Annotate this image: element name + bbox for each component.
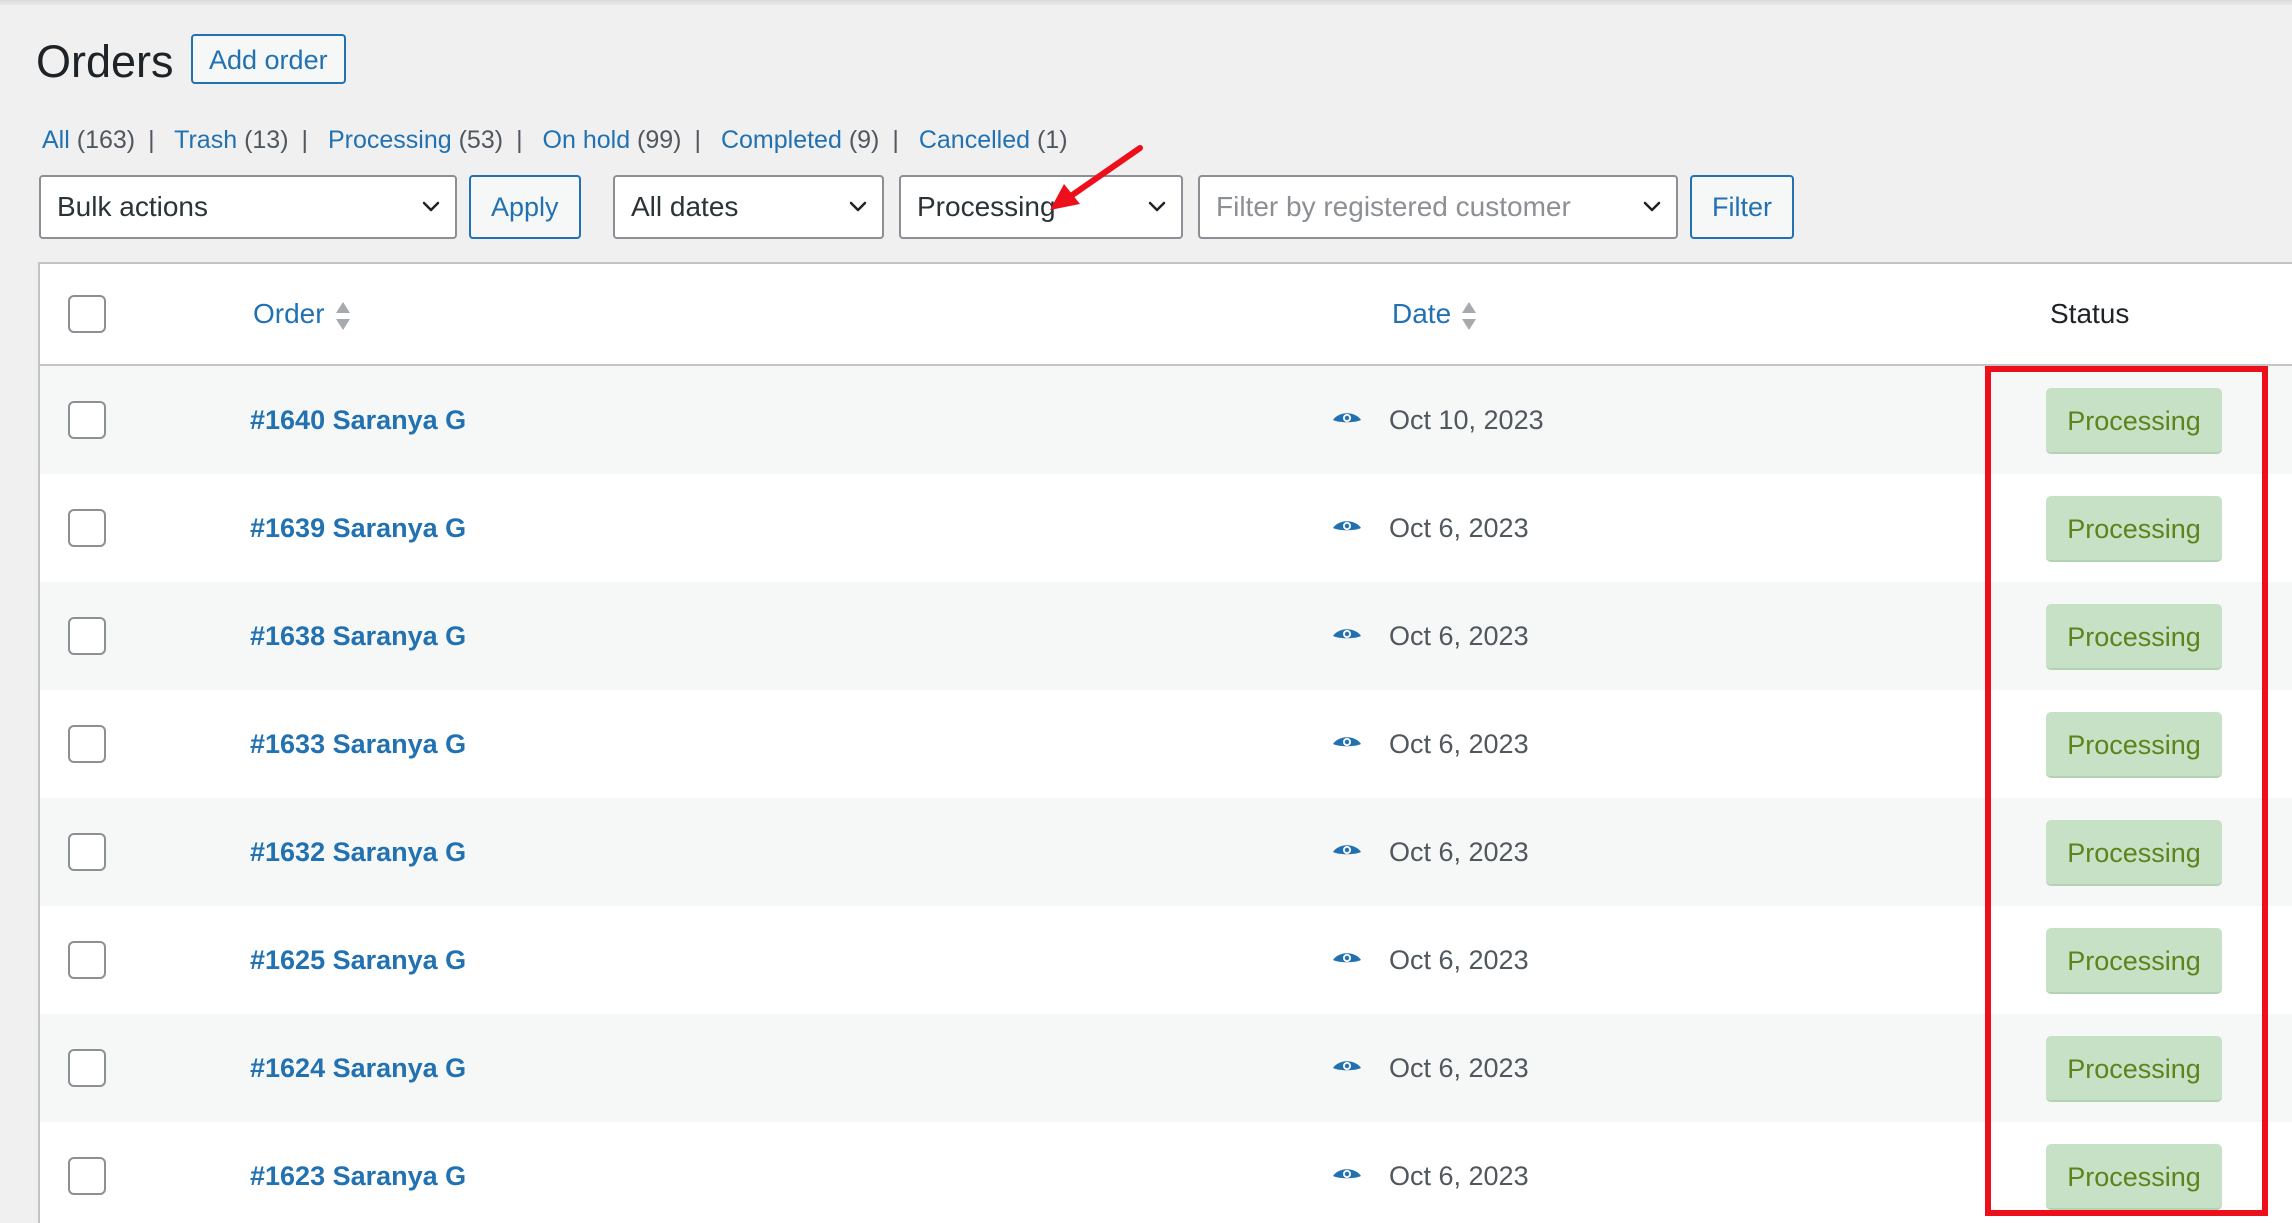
chevron-down-icon: [849, 201, 867, 212]
view-processing-count: (53): [458, 126, 504, 154]
table-row: #1638 Saranya G Oct 6, 2023 Processing: [40, 582, 2292, 690]
view-on-hold-count: (99): [637, 126, 682, 154]
table-row: #1633 Saranya G Oct 6, 2023 Processing: [40, 690, 2292, 798]
date-filter-select[interactable]: All dates: [613, 175, 884, 239]
view-trash-count: (13): [244, 126, 289, 154]
page-title: Orders: [36, 36, 174, 87]
view-all[interactable]: All: [42, 126, 70, 154]
order-link[interactable]: #1639 Saranya G: [250, 474, 466, 582]
separator: |: [516, 126, 523, 154]
order-column-label: Order: [253, 298, 325, 329]
eye-icon[interactable]: [1332, 518, 1362, 538]
table-row: #1632 Saranya G Oct 6, 2023 Processing: [40, 798, 2292, 906]
chevron-down-icon: [422, 201, 440, 212]
separator: |: [694, 126, 702, 154]
row-checkbox[interactable]: [68, 401, 106, 439]
view-all-count: (163): [76, 126, 136, 154]
separator: |: [301, 126, 309, 154]
row-checkbox[interactable]: [68, 725, 106, 763]
date-column-label: Date: [1392, 298, 1452, 329]
chevron-down-icon: [1148, 201, 1166, 212]
order-link[interactable]: #1640 Saranya G: [250, 366, 466, 474]
table-row: #1639 Saranya G Oct 6, 2023 Processing: [40, 474, 2292, 582]
orders-table: Order Date Status #1640 Saranya G Oct 10,…: [38, 262, 2292, 1223]
order-date: Oct 6, 2023: [1389, 621, 1529, 651]
date-filter-value: All dates: [631, 191, 739, 222]
eye-icon[interactable]: [1332, 842, 1362, 862]
bulk-actions-select[interactable]: Bulk actions: [39, 175, 457, 239]
order-link[interactable]: #1632 Saranya G: [250, 798, 466, 906]
apply-button[interactable]: Apply: [469, 175, 581, 239]
table-row: #1640 Saranya G Oct 10, 2023 Processing: [40, 366, 2292, 474]
add-order-button[interactable]: Add order: [191, 34, 346, 84]
row-checkbox[interactable]: [68, 833, 106, 871]
eye-icon[interactable]: [1332, 1058, 1362, 1078]
separator: |: [892, 126, 899, 154]
view-trash[interactable]: Trash: [174, 126, 237, 154]
table-row: #1625 Saranya G Oct 6, 2023 Processing: [40, 906, 2292, 1014]
bulk-actions-value: Bulk actions: [57, 191, 208, 222]
row-checkbox[interactable]: [68, 1157, 106, 1195]
order-date: Oct 6, 2023: [1389, 837, 1529, 867]
eye-icon[interactable]: [1332, 626, 1362, 646]
separator: |: [148, 126, 155, 154]
order-link[interactable]: #1624 Saranya G: [250, 1014, 466, 1122]
status-filter-value: Processing: [917, 191, 1056, 222]
order-link[interactable]: #1625 Saranya G: [250, 906, 466, 1014]
eye-icon[interactable]: [1332, 410, 1362, 430]
row-checkbox[interactable]: [68, 617, 106, 655]
status-views: All (163) | Trash (13) | Processing (53) | …: [42, 122, 1068, 158]
date-column-header[interactable]: Date: [1392, 264, 1477, 364]
order-date: Oct 6, 2023: [1389, 1161, 1529, 1191]
status-highlight-box: [1985, 366, 2268, 1216]
customer-filter-placeholder: Filter by registered customer: [1216, 191, 1571, 222]
order-date: Oct 6, 2023: [1389, 729, 1529, 759]
top-shadow: [0, 0, 2292, 6]
view-cancelled[interactable]: Cancelled: [919, 126, 1030, 154]
table-row: #1624 Saranya G Oct 6, 2023 Processing: [40, 1014, 2292, 1122]
view-completed-count: (9): [848, 126, 880, 154]
sort-icon: [1462, 301, 1477, 330]
row-checkbox[interactable]: [68, 1049, 106, 1087]
order-link[interactable]: #1623 Saranya G: [250, 1122, 466, 1223]
table-row: #1623 Saranya G Oct 6, 2023 Processing: [40, 1122, 2292, 1223]
customer-filter-select[interactable]: Filter by registered customer: [1198, 175, 1678, 239]
order-link[interactable]: #1638 Saranya G: [250, 582, 466, 690]
view-on-hold[interactable]: On hold: [543, 126, 631, 154]
row-checkbox[interactable]: [68, 509, 106, 547]
status-column-header: Status: [2050, 298, 2130, 329]
eye-icon[interactable]: [1332, 1166, 1362, 1186]
eye-icon[interactable]: [1332, 950, 1362, 970]
eye-icon[interactable]: [1332, 734, 1362, 754]
order-link[interactable]: #1633 Saranya G: [250, 690, 466, 798]
select-all-checkbox[interactable]: [68, 295, 106, 333]
view-processing[interactable]: Processing: [328, 126, 452, 154]
order-date: Oct 6, 2023: [1389, 513, 1529, 543]
sort-icon: [335, 301, 350, 330]
view-completed[interactable]: Completed: [721, 126, 842, 154]
filter-button[interactable]: Filter: [1690, 175, 1794, 239]
order-column-header[interactable]: Order: [253, 264, 351, 364]
order-date: Oct 6, 2023: [1389, 945, 1529, 975]
chevron-down-icon: [1643, 201, 1661, 212]
row-checkbox[interactable]: [68, 941, 106, 979]
red-arrow-annotation: [1050, 145, 1143, 210]
table-header: Order Date Status: [40, 264, 2292, 366]
order-date: Oct 6, 2023: [1389, 1053, 1529, 1083]
order-date: Oct 10, 2023: [1389, 405, 1544, 435]
